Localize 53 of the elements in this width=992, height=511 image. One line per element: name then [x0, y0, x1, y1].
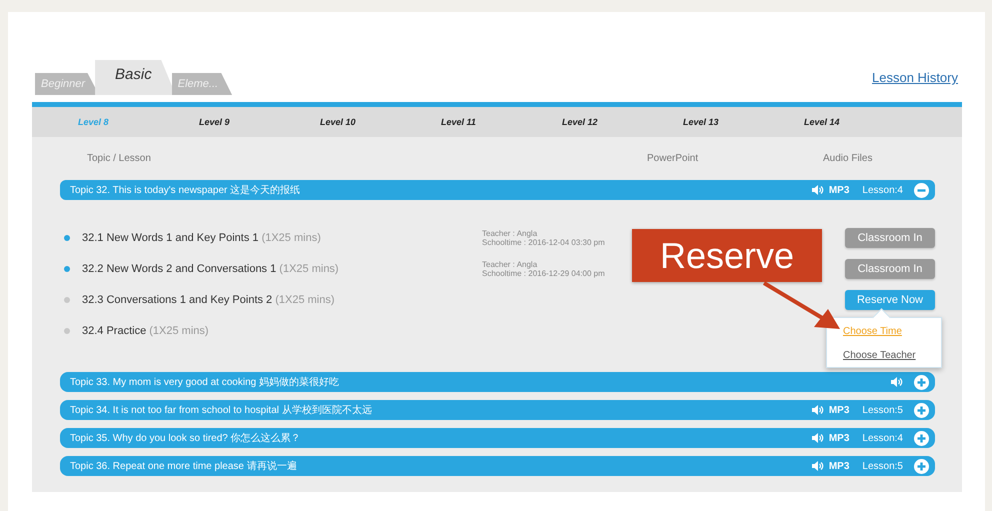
topic-title: Topic 33. My mom is very good at cooking 妈妈做的菜很好吃	[70, 376, 340, 389]
teacher-name: Teacher : Angla	[482, 228, 538, 238]
topic-title: Topic 34. It is not too far from school to hospital 从学校到医院不太远	[70, 404, 373, 417]
lesson-count: Lesson:5	[862, 460, 903, 472]
topic-title: Topic 36. Repeat one more time please 请再说一遍	[70, 460, 298, 473]
mp3-link[interactable]: MP3	[828, 432, 850, 444]
menu-item[interactable]: Choose Teacher	[843, 350, 941, 361]
speaker-icon[interactable]	[812, 461, 824, 471]
topic-header[interactable]: Topic 33. My mom is very good at cooking 妈妈做的菜很好吃	[60, 372, 935, 392]
lesson-title: 32.3 Conversations 1 and Key Points 2 (1X25 mins)	[82, 294, 336, 306]
classroom-in-button[interactable]: Classroom In	[845, 228, 935, 248]
level-tab[interactable]: Level 14	[804, 117, 925, 127]
topic-header[interactable]: Topic 32. This is today's newspaper 这是今天的报纸 MP3 Lesson:4	[60, 180, 935, 200]
lesson-title: 32.1 New Words 1 and Key Points 1 (1X25 mins)	[82, 232, 322, 244]
collapse-icon[interactable]	[914, 182, 929, 198]
topic-header[interactable]: Topic 35. Why do you look so tired? 你怎么这么累？ MP3 Lesson:4	[60, 428, 935, 448]
mp3-link[interactable]: MP3	[828, 184, 850, 196]
lesson-title: 32.4 Practice (1X25 mins)	[82, 324, 210, 336]
topic-header[interactable]: Topic 36. Repeat one more time please 请再说一遍 MP3 Lesson:5	[60, 456, 935, 476]
speaker-icon[interactable]	[812, 185, 824, 195]
level-tab[interactable]: Level 8	[78, 117, 199, 127]
level-tab[interactable]: Level 10	[320, 117, 441, 127]
expand-icon[interactable]	[914, 458, 929, 474]
reserve-now-button[interactable]: Reserve Now	[845, 290, 935, 310]
lesson-count: Lesson:5	[862, 404, 903, 416]
lesson-title: 32.2 New Words 2 and Conversations 1 (1X25 mins)	[82, 262, 340, 274]
menu-item[interactable]: Choose Time	[843, 326, 941, 337]
classroom-in-button[interactable]: Classroom In	[845, 258, 935, 278]
column-header: PowerPoint	[647, 153, 700, 164]
topic-title: Topic 35. Why do you look so tired? 你怎么这么累？	[70, 432, 302, 445]
speaker-icon[interactable]	[812, 405, 824, 415]
level-tab[interactable]: Level 9	[199, 117, 320, 127]
schooltime: Schooltime : 2016-12-04 03:30 pm	[482, 238, 606, 246]
topic-header[interactable]: Topic 34. It is not too far from school to hospital 从学校到医院不太远 MP3 Lesson:5	[60, 400, 935, 420]
schooltime: Schooltime : 2016-12-29 04:00 pm	[482, 268, 606, 278]
lesson-count: Lesson:4	[862, 432, 903, 444]
mp3-link[interactable]: MP3	[828, 460, 850, 472]
expand-icon[interactable]	[914, 430, 929, 446]
level-tab[interactable]: Level 13	[683, 117, 804, 127]
level-tab[interactable]: Level 12	[562, 117, 683, 127]
topic-title: Topic 32. This is today's newspaper 这是今天的报纸	[70, 184, 302, 197]
speaker-icon[interactable]	[812, 433, 824, 443]
reserve-callout: Reserve	[632, 229, 822, 282]
level-tab[interactable]: Level 11	[441, 117, 562, 127]
lesson-history-link[interactable]: Lesson History	[872, 70, 958, 85]
teacher-name: Teacher : Angla	[482, 260, 538, 268]
expand-icon[interactable]	[914, 402, 929, 418]
expand-icon[interactable]	[914, 374, 929, 390]
lesson-count: Lesson:4	[862, 184, 903, 196]
speaker-icon[interactable]	[891, 377, 903, 387]
mp3-link[interactable]: MP3	[828, 404, 850, 416]
column-header: Audio Files	[823, 153, 874, 164]
column-header: Topic / Lesson	[87, 153, 152, 164]
